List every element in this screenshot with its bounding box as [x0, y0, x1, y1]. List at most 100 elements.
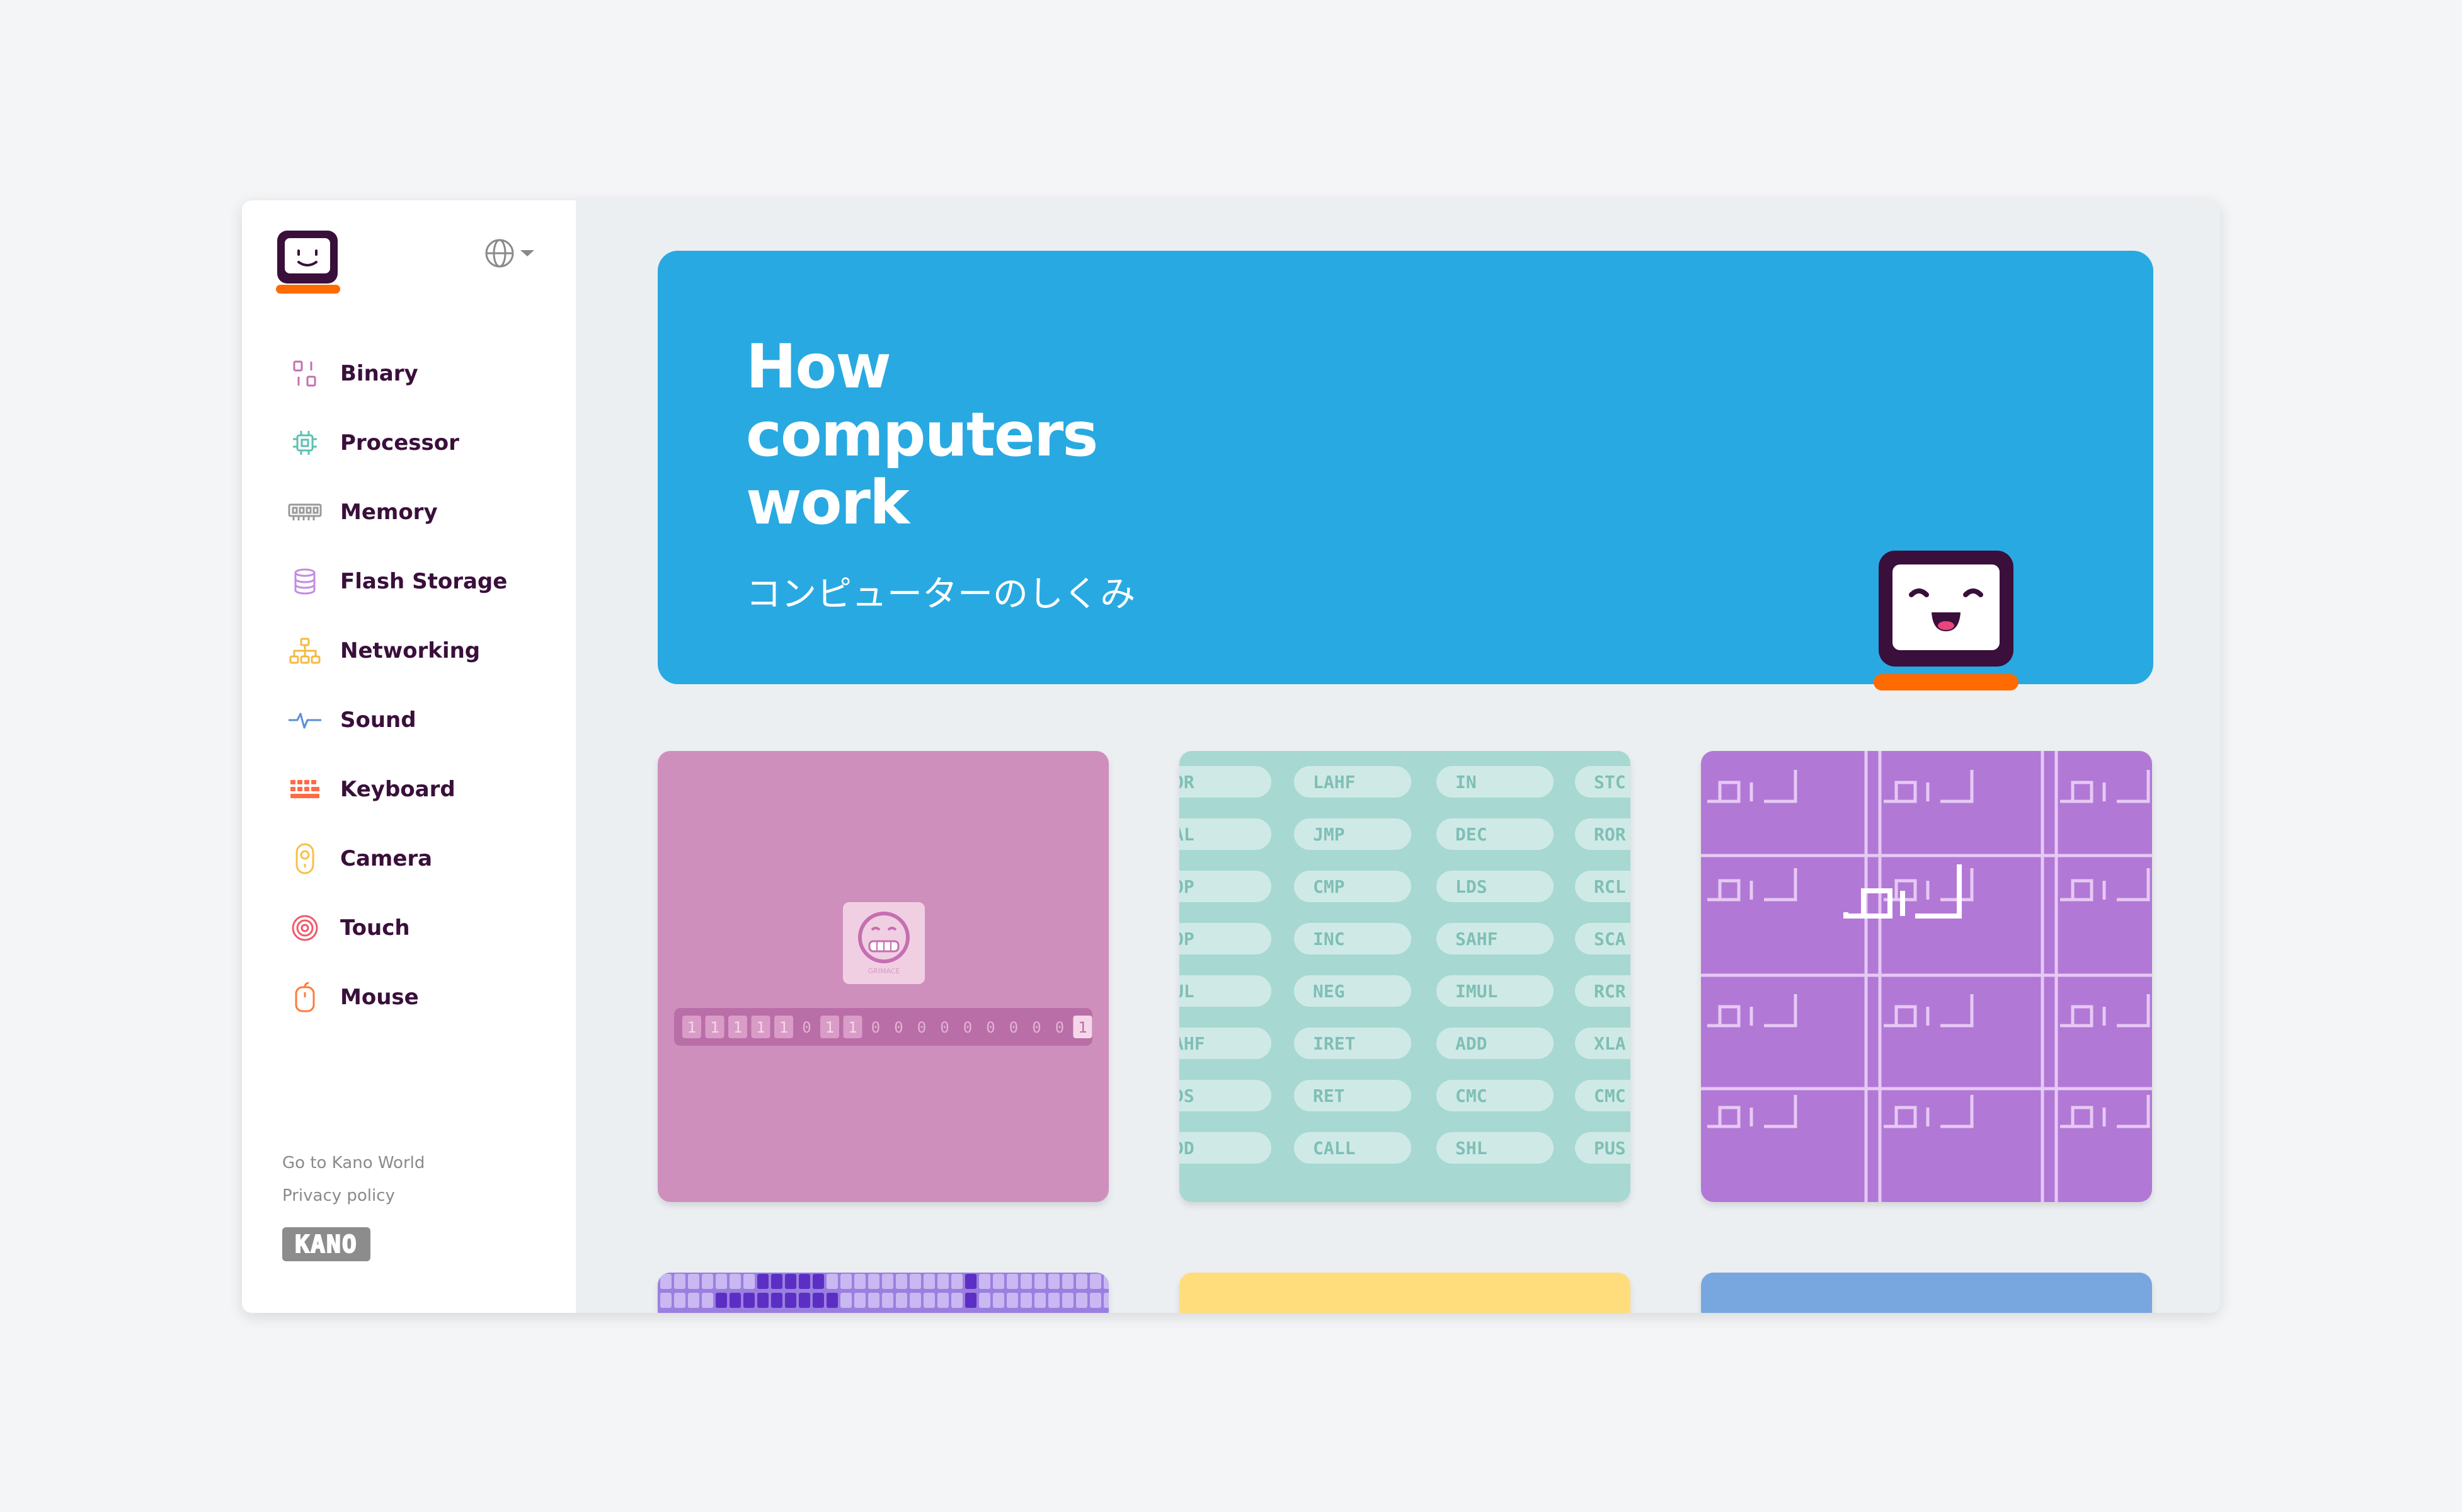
- language-selector[interactable]: [484, 236, 544, 273]
- card-keyboard[interactable]: [1701, 1273, 2152, 1313]
- kano-world-link[interactable]: Go to Kano World: [282, 1147, 425, 1179]
- card-processor[interactable]: OR LAHF IN STC AL JMP DEC ROR OP CMP LDS RCL OP INC SA…: [1179, 751, 1630, 1202]
- page-title: How computers work: [746, 331, 1098, 538]
- mouse-icon: [286, 978, 324, 1016]
- card-memory[interactable]: [1701, 751, 2152, 1202]
- bit-digit: 1: [687, 1019, 696, 1036]
- emoji-caption: GRIMACE: [868, 967, 900, 975]
- opcode-label: RCL: [1594, 876, 1626, 897]
- card-sound[interactable]: [658, 1273, 1109, 1313]
- kano-wordmark-logo[interactable]: KANO: [282, 1227, 370, 1261]
- memory-icon: [286, 493, 324, 531]
- bit-digit: 0: [1032, 1019, 1041, 1036]
- sidebar-item-flash-storage[interactable]: Flash Storage: [286, 547, 551, 616]
- sidebar-item-mouse[interactable]: Mouse: [286, 963, 551, 1032]
- sidebar-item-label: Binary: [340, 361, 418, 386]
- flash-storage-icon: [286, 563, 324, 600]
- app-window: Binary Processor Memory Flash Storage Ne…: [242, 200, 2220, 1313]
- opcode-label: OP: [1179, 929, 1194, 949]
- kano-logo-base: [276, 285, 340, 294]
- sidebar-item-label: Processor: [340, 430, 459, 455]
- bit-digit: 1: [756, 1019, 765, 1036]
- opcode-label: AL: [1179, 824, 1194, 845]
- kano-wordmark-text: KANO: [294, 1230, 358, 1259]
- opcode-label: UL: [1179, 981, 1194, 1002]
- opcode-label: ROR: [1594, 824, 1626, 845]
- bit-digit: 0: [1009, 1019, 1018, 1036]
- sidebar-item-memory[interactable]: Memory: [286, 478, 551, 547]
- opcode-label: CMP: [1313, 876, 1345, 897]
- processor-icon: [286, 424, 324, 462]
- sidebar-item-label: Networking: [340, 638, 481, 663]
- opcode-label: CMC: [1455, 1085, 1487, 1106]
- opcode-label: NEG: [1313, 981, 1345, 1002]
- bit-digit: 1: [710, 1019, 719, 1036]
- opcode-label: STC: [1594, 772, 1626, 793]
- privacy-policy-link[interactable]: Privacy policy: [282, 1179, 425, 1212]
- opcode-label: SCA: [1594, 929, 1626, 949]
- card-networking[interactable]: [1179, 1273, 1630, 1313]
- sidebar: Binary Processor Memory Flash Storage Ne…: [242, 200, 576, 1313]
- opcode-label: AHF: [1179, 1033, 1205, 1054]
- sidebar-item-label: Touch: [340, 915, 410, 941]
- sidebar-item-sound[interactable]: Sound: [286, 685, 551, 755]
- bit-digit: 1: [848, 1019, 857, 1036]
- opcode-label: PUS: [1594, 1138, 1626, 1159]
- bit-digit: 1: [1078, 1019, 1087, 1036]
- opcode-label: LAHF: [1313, 772, 1355, 793]
- opcode-label: IN: [1455, 772, 1477, 793]
- opcode-label: SHL: [1455, 1138, 1487, 1159]
- opcode-label: OP: [1179, 876, 1194, 897]
- bit-digit: 1: [779, 1019, 788, 1036]
- main-content: How computers work コンピューターのしくみ GRIMACE 1…: [576, 200, 2220, 1313]
- bit-digit: 0: [917, 1019, 926, 1036]
- sidebar-item-label: Memory: [340, 500, 438, 525]
- opcode-label: XLA: [1594, 1033, 1626, 1054]
- opcode-label: RET: [1313, 1085, 1345, 1106]
- bit-digit: 0: [871, 1019, 880, 1036]
- touch-icon: [286, 909, 324, 947]
- camera-icon: [286, 840, 324, 878]
- opcode-label: RCR: [1594, 981, 1626, 1002]
- opcode-label: INC: [1313, 929, 1345, 949]
- sidebar-footer: Go to Kano World Privacy policy: [282, 1147, 425, 1212]
- chevron-down-icon: [519, 248, 535, 261]
- opcode-label: CMC: [1594, 1085, 1626, 1106]
- opcode-label: ADD: [1455, 1033, 1487, 1054]
- bit-digit: 0: [940, 1019, 949, 1036]
- opcode-label: SAHF: [1455, 929, 1497, 949]
- bit-digit: 0: [963, 1019, 972, 1036]
- sidebar-item-label: Flash Storage: [340, 569, 508, 594]
- sound-icon: [286, 701, 324, 739]
- sidebar-item-label: Sound: [340, 707, 416, 733]
- sidebar-item-binary[interactable]: Binary: [286, 339, 551, 408]
- page-subtitle: コンピューターのしくみ: [746, 574, 1136, 615]
- opcode-label: CALL: [1313, 1138, 1355, 1159]
- sidebar-item-label: Keyboard: [340, 777, 455, 802]
- sidebar-item-touch[interactable]: Touch: [286, 893, 551, 963]
- card-binary[interactable]: GRIMACE 111110110000000001: [658, 751, 1109, 1202]
- kano-logo-icon[interactable]: [277, 231, 338, 284]
- sidebar-item-keyboard[interactable]: Keyboard: [286, 755, 551, 824]
- opcode-label: LDS: [1455, 876, 1487, 897]
- kano-mascot-icon: [1874, 551, 2018, 694]
- sidebar-item-networking[interactable]: Networking: [286, 616, 551, 685]
- bit-digit: 0: [894, 1019, 903, 1036]
- opcode-label: DD: [1179, 1138, 1194, 1159]
- bit-digit: 1: [825, 1019, 834, 1036]
- binary-icon: [286, 355, 324, 392]
- opcode-label: DS: [1179, 1085, 1194, 1106]
- sidebar-item-camera[interactable]: Camera: [286, 824, 551, 893]
- hero-banner: How computers work コンピューターのしくみ: [658, 251, 2153, 690]
- bit-digit: 1: [733, 1019, 742, 1036]
- opcode-label: OR: [1179, 772, 1194, 793]
- opcode-label: IRET: [1313, 1033, 1355, 1054]
- sidebar-item-label: Mouse: [340, 985, 419, 1010]
- keyboard-icon: [286, 770, 324, 808]
- sidebar-item-label: Camera: [340, 846, 433, 871]
- networking-icon: [286, 632, 324, 670]
- topic-nav: Binary Processor Memory Flash Storage Ne…: [286, 339, 551, 1032]
- bit-digit: 0: [1055, 1019, 1064, 1036]
- bit-digit: 0: [986, 1019, 995, 1036]
- sidebar-item-processor[interactable]: Processor: [286, 408, 551, 478]
